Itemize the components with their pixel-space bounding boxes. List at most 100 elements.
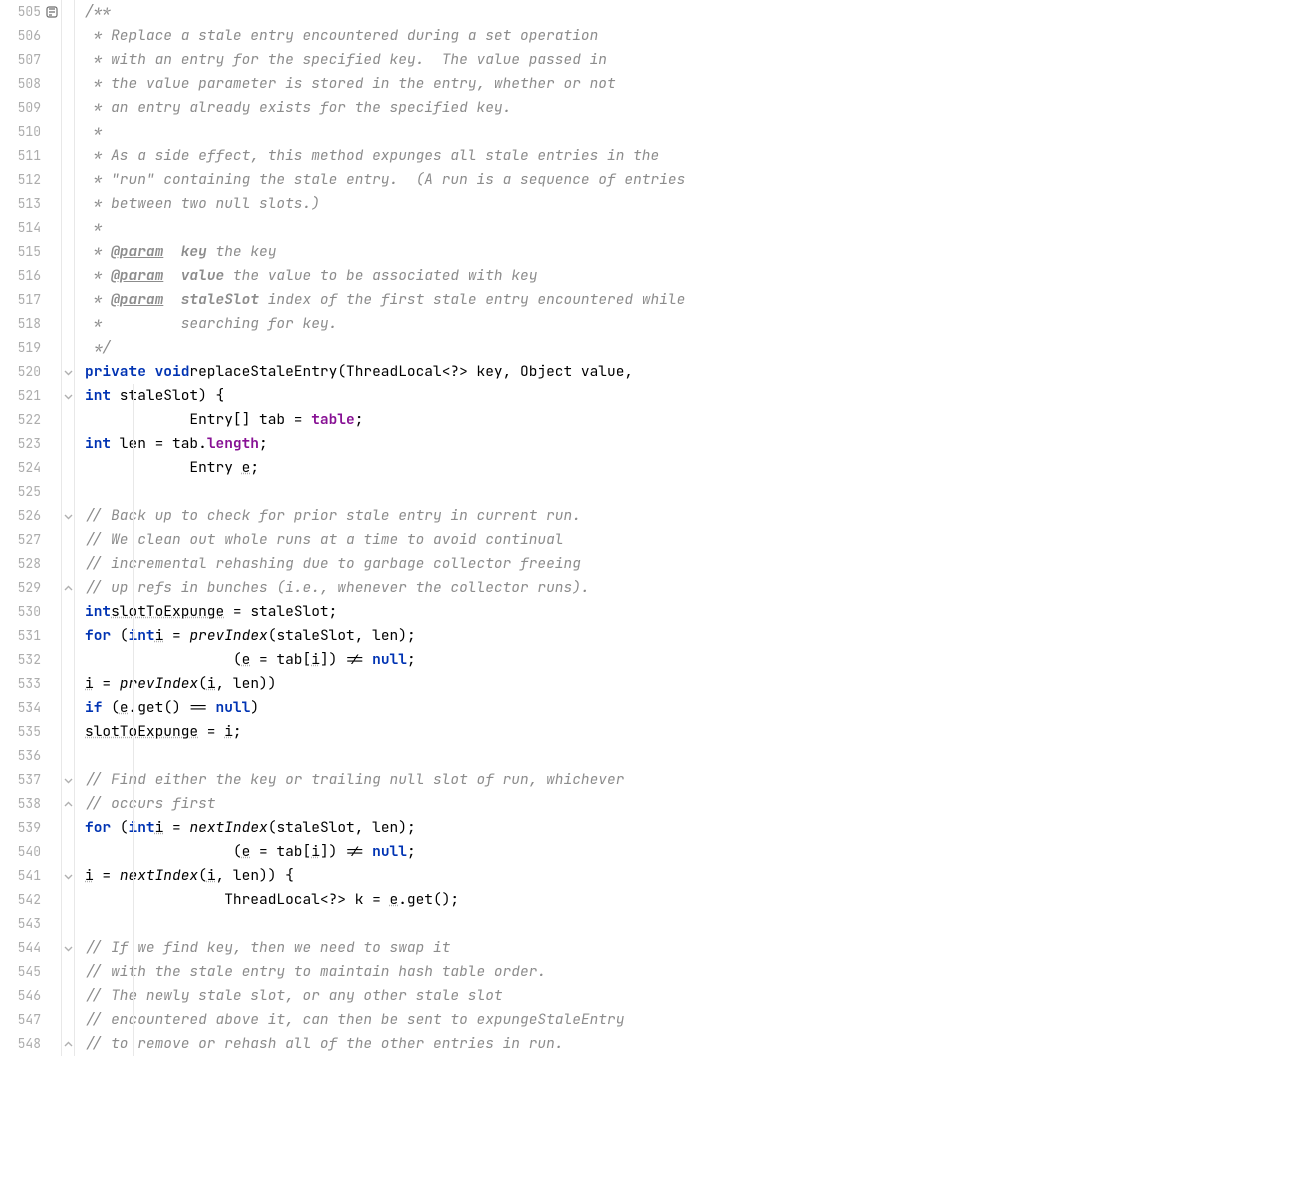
line-number[interactable]: 505 <box>0 0 61 24</box>
code-line[interactable]: // encountered above it, can then be sen… <box>85 1008 685 1032</box>
line-number[interactable]: 523 <box>0 432 61 456</box>
code-line[interactable]: Entry[] tab = table; <box>85 408 685 432</box>
code-line[interactable]: int slotToExpunge = staleSlot; <box>85 600 685 624</box>
fold-collapse-icon[interactable] <box>63 391 74 402</box>
line-number[interactable]: 525 <box>0 480 61 504</box>
line-number[interactable]: 510 <box>0 120 61 144</box>
line-number[interactable]: 527 <box>0 528 61 552</box>
line-number[interactable]: 541 <box>0 864 61 888</box>
code-editor[interactable]: /** * Replace a stale entry encountered … <box>75 0 685 1056</box>
line-number[interactable]: 542 <box>0 888 61 912</box>
code-line[interactable]: (e = tab[i]) != null; <box>85 840 685 864</box>
code-line[interactable]: * between two null slots.) <box>85 192 685 216</box>
line-number[interactable]: 513 <box>0 192 61 216</box>
line-number[interactable]: 516 <box>0 264 61 288</box>
code-line[interactable]: for (int i = prevIndex(staleSlot, len); <box>85 624 685 648</box>
code-line[interactable]: int len = tab.length; <box>85 432 685 456</box>
code-line[interactable]: * "run" containing the stale entry. (A r… <box>85 168 685 192</box>
fold-gutter[interactable] <box>62 0 75 1056</box>
line-number[interactable]: 536 <box>0 744 61 768</box>
code-line[interactable]: */ <box>85 336 685 360</box>
line-number[interactable]: 512 <box>0 168 61 192</box>
line-number[interactable]: 535 <box>0 720 61 744</box>
code-line[interactable]: Entry e; <box>85 456 685 480</box>
code-line[interactable]: slotToExpunge = i; <box>85 720 685 744</box>
line-number[interactable]: 533 <box>0 672 61 696</box>
code-line[interactable]: * an entry already exists for the specif… <box>85 96 685 120</box>
fold-collapse-icon[interactable] <box>63 943 74 954</box>
code-line[interactable]: for (int i = nextIndex(staleSlot, len); <box>85 816 685 840</box>
line-number[interactable]: 515 <box>0 240 61 264</box>
line-number[interactable]: 538 <box>0 792 61 816</box>
line-number[interactable]: 546 <box>0 984 61 1008</box>
line-number[interactable]: 531 <box>0 624 61 648</box>
code-line[interactable]: i = prevIndex(i, len)) <box>85 672 685 696</box>
code-line[interactable]: // If we find key, then we need to swap … <box>85 936 685 960</box>
line-number[interactable]: 526 <box>0 504 61 528</box>
line-number[interactable]: 521 <box>0 384 61 408</box>
line-number[interactable]: 532 <box>0 648 61 672</box>
code-line[interactable]: // occurs first <box>85 792 685 816</box>
code-line[interactable]: * @param staleSlot index of the first st… <box>85 288 685 312</box>
code-line[interactable]: i = nextIndex(i, len)) { <box>85 864 685 888</box>
fold-collapse-icon[interactable] <box>63 871 74 882</box>
line-number[interactable]: 537 <box>0 768 61 792</box>
fold-collapse-icon[interactable] <box>63 511 74 522</box>
code-line[interactable]: // with the stale entry to maintain hash… <box>85 960 685 984</box>
line-number[interactable]: 524 <box>0 456 61 480</box>
code-line[interactable]: * @param value the value to be associate… <box>85 264 685 288</box>
code-line[interactable]: // We clean out whole runs at a time to … <box>85 528 685 552</box>
line-number[interactable]: 547 <box>0 1008 61 1032</box>
code-line[interactable]: * <box>85 120 685 144</box>
line-number[interactable]: 511 <box>0 144 61 168</box>
line-number[interactable]: 520 <box>0 360 61 384</box>
code-line[interactable]: * the value parameter is stored in the e… <box>85 72 685 96</box>
line-number[interactable]: 522 <box>0 408 61 432</box>
line-number[interactable]: 508 <box>0 72 61 96</box>
code-line[interactable] <box>85 912 685 936</box>
line-number[interactable]: 544 <box>0 936 61 960</box>
line-number[interactable]: 539 <box>0 816 61 840</box>
fold-collapse-icon[interactable] <box>63 775 74 786</box>
code-line[interactable]: if (e.get() == null) <box>85 696 685 720</box>
fold-expand-icon[interactable] <box>63 583 74 594</box>
code-line[interactable]: * Replace a stale entry encountered duri… <box>85 24 685 48</box>
code-line[interactable]: /** <box>85 0 685 24</box>
code-line[interactable] <box>85 744 685 768</box>
code-line[interactable]: // The newly stale slot, or any other st… <box>85 984 685 1008</box>
line-number[interactable]: 528 <box>0 552 61 576</box>
line-number[interactable]: 543 <box>0 912 61 936</box>
code-line[interactable]: * searching for key. <box>85 312 685 336</box>
code-line[interactable] <box>85 480 685 504</box>
code-line[interactable]: // Back up to check for prior stale entr… <box>85 504 685 528</box>
implements-icon[interactable] <box>45 5 59 19</box>
code-line[interactable]: * @param key the key <box>85 240 685 264</box>
line-number[interactable]: 534 <box>0 696 61 720</box>
line-number[interactable]: 518 <box>0 312 61 336</box>
line-number[interactable]: 540 <box>0 840 61 864</box>
line-number[interactable]: 506 <box>0 24 61 48</box>
fold-collapse-icon[interactable] <box>63 367 74 378</box>
fold-expand-icon[interactable] <box>63 1039 74 1050</box>
line-number[interactable]: 517 <box>0 288 61 312</box>
code-line[interactable]: int staleSlot) { <box>85 384 685 408</box>
line-number[interactable]: 519 <box>0 336 61 360</box>
code-line[interactable]: // to remove or rehash all of the other … <box>85 1032 685 1056</box>
line-number-gutter[interactable]: 5055065075085095105115125135145155165175… <box>0 0 62 1056</box>
code-line[interactable]: (e = tab[i]) != null; <box>85 648 685 672</box>
line-number[interactable]: 548 <box>0 1032 61 1056</box>
line-number[interactable]: 529 <box>0 576 61 600</box>
line-number[interactable]: 509 <box>0 96 61 120</box>
code-line[interactable]: // Find either the key or trailing null … <box>85 768 685 792</box>
line-number[interactable]: 514 <box>0 216 61 240</box>
code-line[interactable]: * with an entry for the specified key. T… <box>85 48 685 72</box>
code-line[interactable]: // up refs in bunches (i.e., whenever th… <box>85 576 685 600</box>
code-line[interactable]: * <box>85 216 685 240</box>
code-line[interactable]: ThreadLocal<?> k = e.get(); <box>85 888 685 912</box>
code-line[interactable]: private void replaceStaleEntry(ThreadLoc… <box>85 360 685 384</box>
fold-expand-icon[interactable] <box>63 799 74 810</box>
line-number[interactable]: 507 <box>0 48 61 72</box>
code-line[interactable]: // incremental rehashing due to garbage … <box>85 552 685 576</box>
line-number[interactable]: 545 <box>0 960 61 984</box>
line-number[interactable]: 530 <box>0 600 61 624</box>
